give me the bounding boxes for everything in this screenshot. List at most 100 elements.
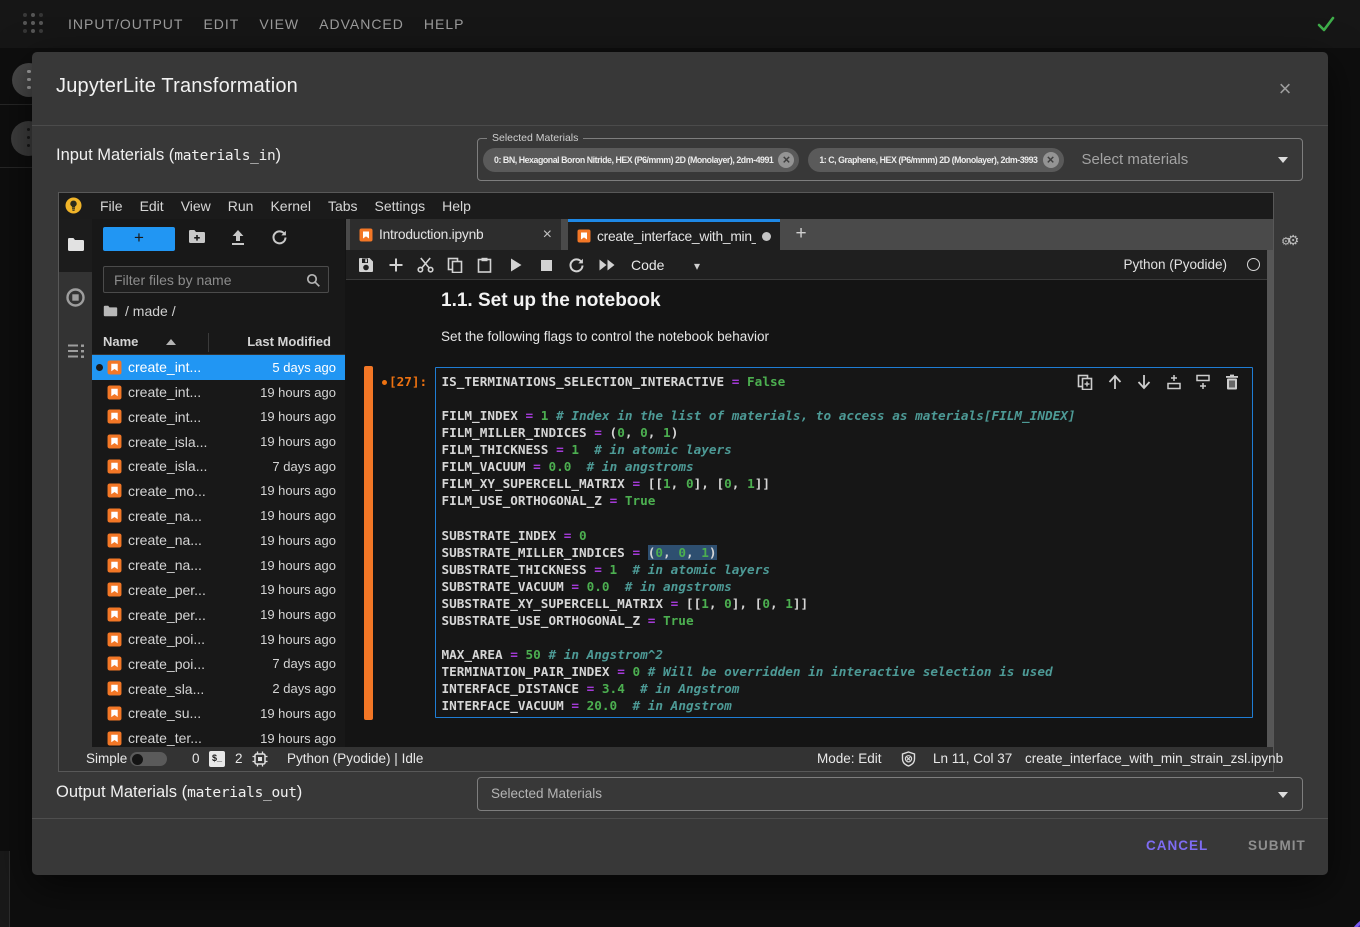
file-row[interactable]: create_int...19 hours ago	[92, 380, 345, 405]
status-check-icon	[1316, 14, 1336, 34]
kernel-name-button[interactable]: Python (Pyodide)	[1123, 257, 1227, 272]
jupyter-menu-settings[interactable]: Settings	[375, 198, 426, 214]
file-row[interactable]: create_int...19 hours ago	[92, 404, 345, 429]
file-row[interactable]: create_mo...19 hours ago	[92, 479, 345, 504]
jupyter-menu-view[interactable]: View	[181, 198, 211, 214]
jupyter-menu-help[interactable]: Help	[442, 198, 471, 214]
code-cell-editor[interactable]: IS_TERMINATIONS_SELECTION_INTERACTIVE = …	[435, 367, 1253, 718]
move-cell-down-icon[interactable]	[1136, 374, 1152, 390]
settings-gears-icon[interactable]: ⚙⚙	[1281, 232, 1299, 250]
trust-shield-icon[interactable]	[901, 751, 916, 767]
new-launcher-button[interactable]: +	[103, 227, 175, 251]
simple-mode-toggle[interactable]	[130, 752, 167, 766]
save-icon[interactable]	[358, 257, 374, 273]
chip-remove-icon[interactable]: ×	[1043, 152, 1059, 168]
restart-kernel-icon[interactable]	[568, 257, 584, 273]
close-icon[interactable]: ×	[1274, 78, 1296, 100]
file-row[interactable]: create_na...19 hours ago	[92, 553, 345, 578]
dropdown-caret-icon[interactable]	[1278, 792, 1288, 798]
jupyter-menu-file[interactable]: File	[100, 198, 123, 214]
code-line	[442, 390, 1076, 407]
file-row[interactable]: create_int...5 days ago	[92, 355, 345, 380]
output-materials-label: Output Materials (materials_out)	[56, 783, 302, 802]
kernel-chip-icon[interactable]	[252, 751, 268, 767]
jupyterlite-logo-icon	[65, 197, 82, 214]
code-line: FILM_MILLER_INDICES = (0, 0, 1)	[442, 424, 1076, 441]
chip-remove-icon[interactable]: ×	[778, 152, 794, 168]
jupyter-menu-tabs[interactable]: Tabs	[328, 198, 358, 214]
search-icon	[306, 273, 321, 288]
background-purple-fab[interactable]	[1348, 915, 1360, 927]
output-materials-field[interactable]: Selected Materials	[477, 777, 1303, 811]
file-last-modified: 19 hours ago	[260, 533, 336, 548]
material-chip[interactable]: 0: BN, Hexagonal Boron Nitride, HEX (P6/…	[483, 148, 799, 172]
insert-cell-icon[interactable]	[388, 257, 404, 273]
cell-type-caret-icon[interactable]: ▾	[694, 259, 700, 273]
add-tab-button[interactable]: +	[788, 221, 814, 247]
file-row[interactable]: create_na...19 hours ago	[92, 528, 345, 553]
insert-cell-below-icon[interactable]	[1195, 374, 1211, 390]
file-row[interactable]: create_isla...19 hours ago	[92, 429, 345, 454]
upload-icon[interactable]	[230, 229, 250, 249]
tab-introduction-ipynb[interactable]: Introduction.ipynb ×	[350, 219, 561, 250]
interrupt-kernel-icon[interactable]	[540, 257, 556, 273]
jupyter-menu-kernel[interactable]: Kernel	[270, 198, 310, 214]
tab-label: Introduction.ipynb	[379, 227, 483, 242]
file-last-modified: 5 days ago	[272, 360, 336, 375]
cancel-button[interactable]: CANCEL	[1146, 838, 1208, 853]
tab-create-interface-with-min[interactable]: create_interface_with_min_	[568, 219, 780, 250]
top-menu-help[interactable]: HELP	[424, 16, 465, 32]
kernel-status-text: Python (Pyodide) | Idle	[287, 751, 423, 766]
breadcrumb[interactable]: / made /	[103, 303, 176, 319]
file-name: create_mo...	[128, 483, 206, 499]
restart-run-all-icon[interactable]	[598, 257, 614, 273]
tab-close-icon[interactable]: ×	[543, 226, 552, 244]
app-logo-icon[interactable]	[23, 13, 45, 35]
run-cell-icon[interactable]	[509, 257, 525, 273]
material-chip[interactable]: 1: C, Graphene, HEX (P6/mmm) 2D (Monolay…	[808, 148, 1063, 172]
jupyter-menu-run[interactable]: Run	[228, 198, 254, 214]
jupyter-status-bar: Simple 0 $_ 2 Python (Pyodide) | Idle Mo…	[59, 747, 1273, 771]
move-cell-up-icon[interactable]	[1107, 374, 1123, 390]
file-row[interactable]: create_per...19 hours ago	[92, 577, 345, 602]
file-row[interactable]: create_sla...2 days ago	[92, 676, 345, 701]
file-browser-icon[interactable]	[66, 235, 85, 254]
column-header-last-modified[interactable]: Last Modified	[247, 334, 331, 349]
top-menu-view[interactable]: VIEW	[259, 16, 299, 32]
top-menu-edit[interactable]: EDIT	[203, 16, 239, 32]
simple-mode-label: Simple	[86, 751, 127, 766]
dropdown-caret-icon[interactable]	[1278, 157, 1288, 163]
kernel-status-icon[interactable]	[1247, 258, 1260, 271]
right-sidebar-strip	[1267, 250, 1273, 747]
terminal-icon[interactable]: $_	[209, 751, 225, 767]
code-line: TERMINATION_PAIR_INDEX = 0 # Will be ove…	[442, 663, 1076, 680]
submit-button[interactable]: SUBMIT	[1248, 838, 1306, 853]
column-header-name[interactable]: Name	[103, 334, 138, 349]
cut-cells-icon[interactable]	[417, 257, 433, 273]
duplicate-cell-icon[interactable]	[1077, 374, 1093, 390]
running-kernels-icon[interactable]	[66, 288, 85, 307]
file-row[interactable]: create_ter...19 hours ago	[92, 726, 345, 747]
paste-cells-icon[interactable]	[477, 257, 493, 273]
top-menu-advanced[interactable]: ADVANCED	[319, 16, 404, 32]
file-row[interactable]: create_na...19 hours ago	[92, 503, 345, 528]
copy-cells-icon[interactable]	[447, 257, 463, 273]
jupyter-menu-edit[interactable]: Edit	[140, 198, 164, 214]
refresh-icon[interactable]	[271, 229, 291, 249]
cell-type-select[interactable]: Code	[631, 257, 664, 273]
table-of-contents-icon[interactable]	[66, 341, 85, 360]
code-line: INTERFACE_DISTANCE = 3.4 # in Angstrom	[442, 680, 1076, 697]
cell-collapser[interactable]	[364, 366, 373, 720]
top-menu-input-output[interactable]: INPUT/OUTPUT	[68, 16, 183, 32]
selected-materials-field[interactable]: Selected Materials 0: BN, Hexagonal Boro…	[477, 138, 1303, 181]
new-folder-icon[interactable]	[188, 229, 208, 249]
insert-cell-above-icon[interactable]	[1166, 374, 1182, 390]
file-row[interactable]: create_poi...19 hours ago	[92, 627, 345, 652]
file-row[interactable]: create_isla...7 days ago	[92, 454, 345, 479]
filter-files-input[interactable]: Filter files by name	[103, 266, 329, 293]
file-row[interactable]: create_per...19 hours ago	[92, 602, 345, 627]
file-row[interactable]: create_poi...7 days ago	[92, 652, 345, 677]
file-row[interactable]: create_su...19 hours ago	[92, 701, 345, 726]
select-materials-placeholder[interactable]: Select materials	[1082, 151, 1189, 168]
delete-cell-icon[interactable]	[1225, 374, 1241, 390]
